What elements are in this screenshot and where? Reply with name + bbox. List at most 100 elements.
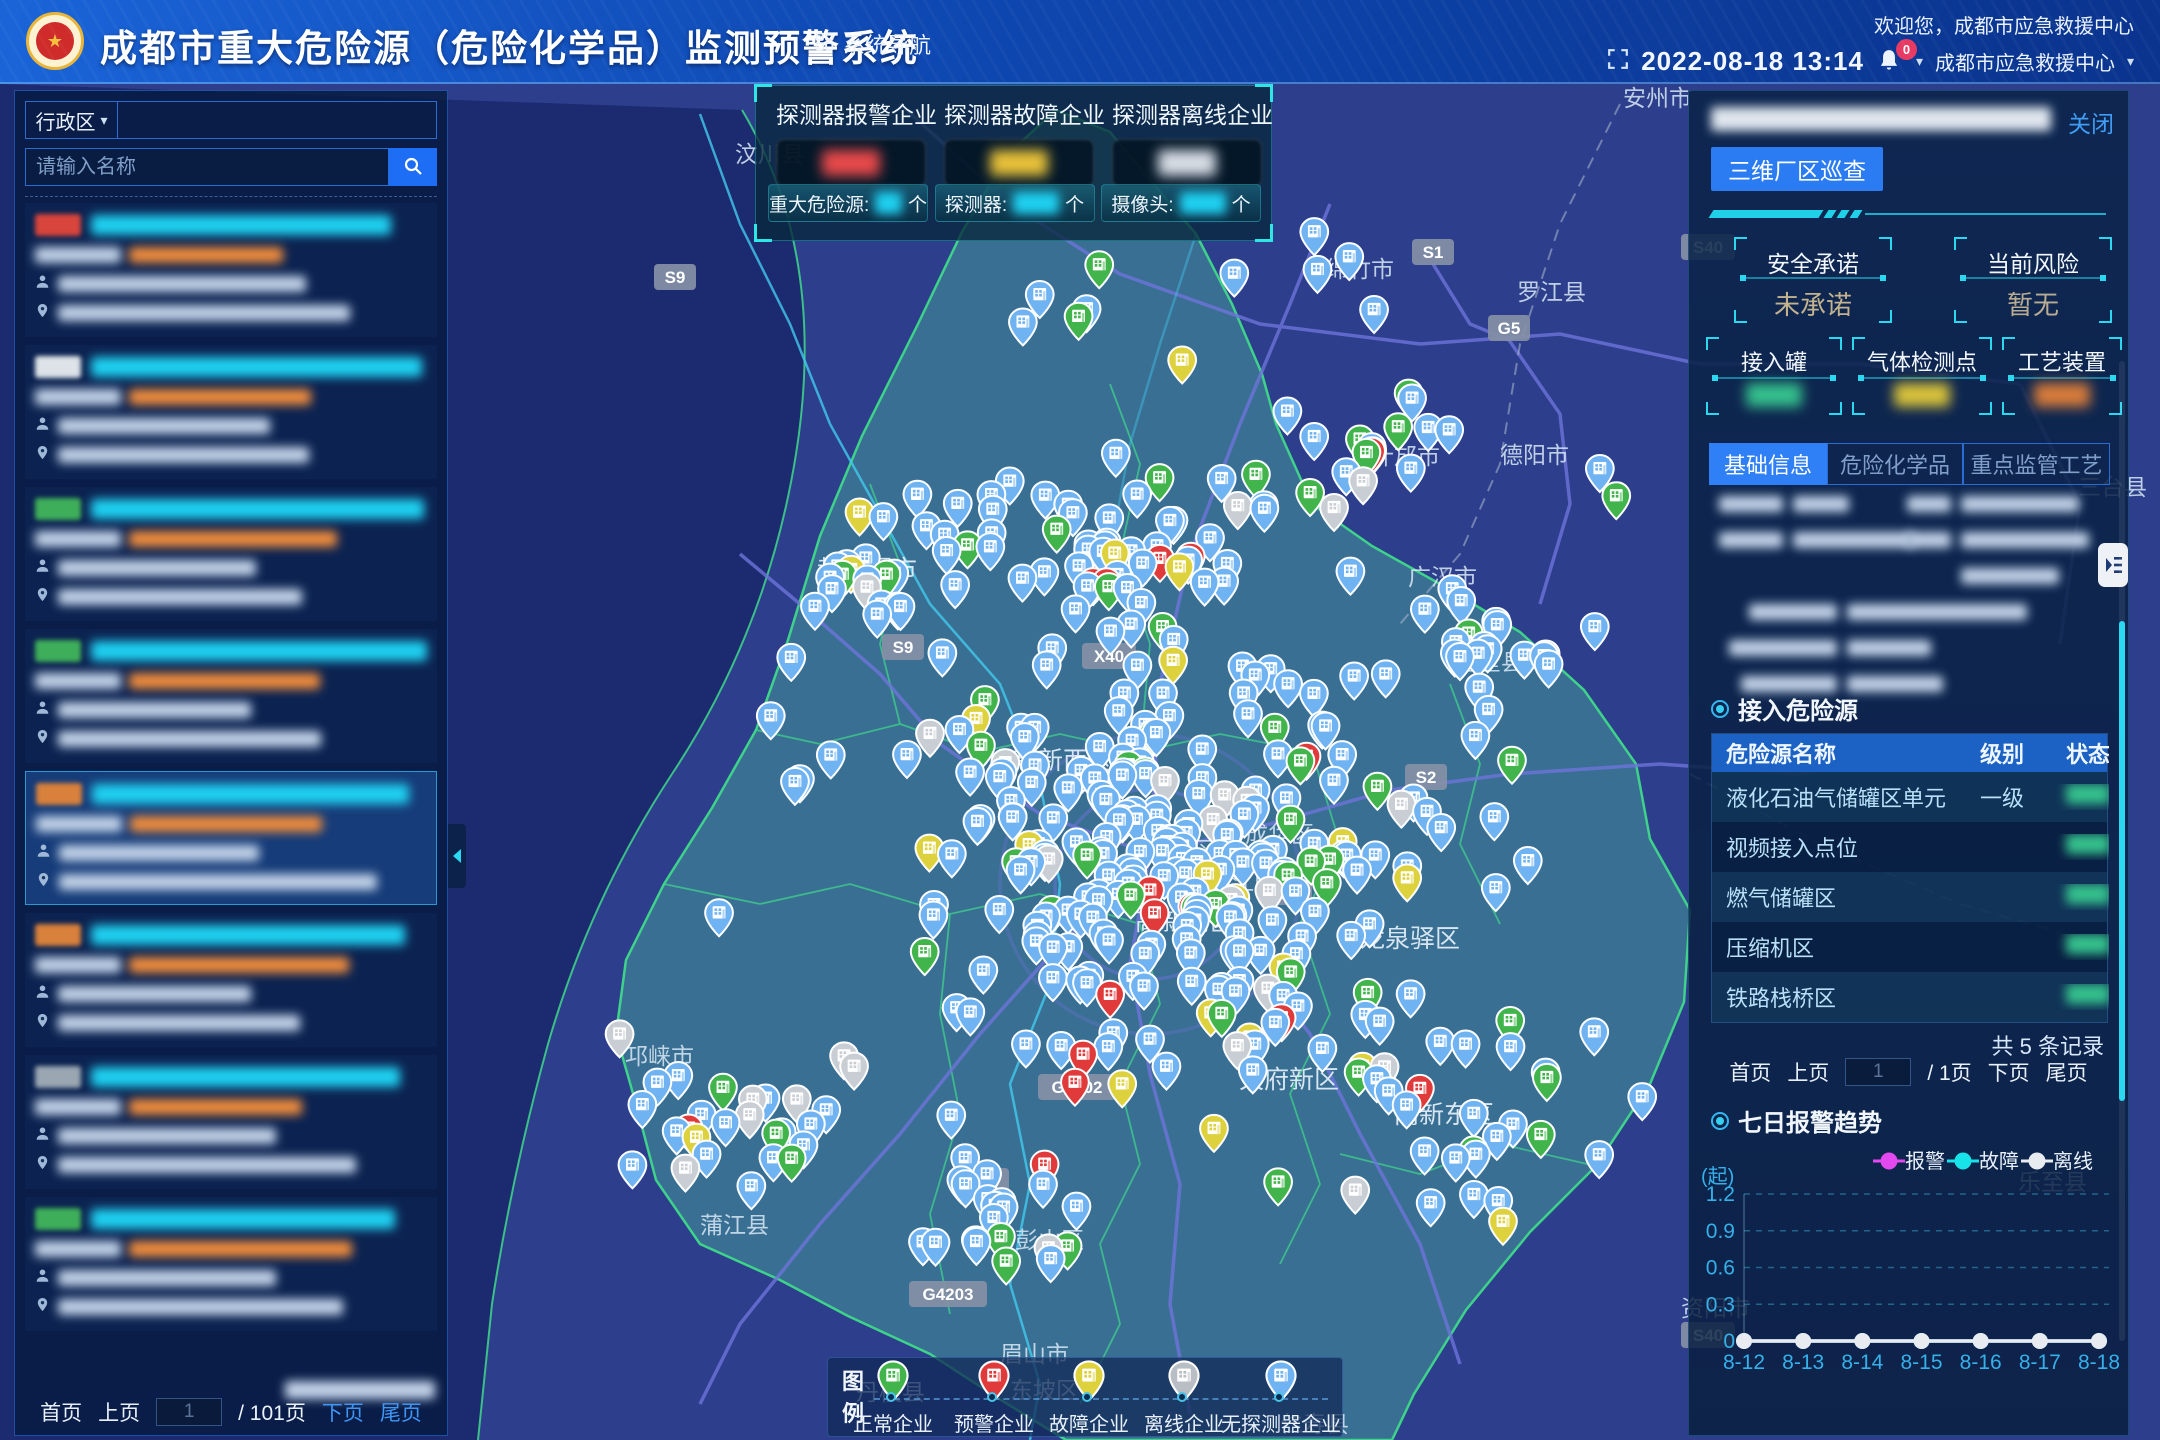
chart-x-tick: 8-14: [1841, 1351, 1883, 1374]
company-list-panel: 行政区 ▾ 首页 上页 / 101页 下页 尾页: [14, 90, 448, 1436]
contact-blurred: [58, 1128, 276, 1144]
counter-unit: 个: [1065, 190, 1084, 217]
notification-bell-icon[interactable]: 0: [1876, 48, 1904, 76]
svg-text:G4203: G4203: [922, 1285, 973, 1304]
table-row[interactable]: 燃气储罐区: [1712, 872, 2107, 922]
status-blurred: [2066, 834, 2109, 854]
current-risk-title: 当前风险: [1954, 245, 2112, 279]
company-list-item[interactable]: [25, 913, 437, 1047]
scrollbar-thumb[interactable]: [2119, 621, 2125, 1101]
location-pin-icon: [36, 872, 51, 892]
table-row[interactable]: 铁路栈桥区: [1712, 972, 2107, 1022]
info-field-blurred: [1907, 496, 1951, 512]
info-field-blurred: [1793, 532, 1913, 548]
stats-value-box: [1112, 139, 1262, 187]
location-pin-icon: [35, 1155, 50, 1175]
svg-text:S9: S9: [893, 638, 914, 657]
user-org-dropdown[interactable]: 成都市应急救援中心: [1935, 47, 2115, 76]
address-blurred: [58, 1299, 343, 1315]
location-pin-icon: [35, 729, 50, 749]
hazard-level-row: [35, 526, 427, 552]
hazard-level-row: [36, 811, 426, 837]
pagination-first[interactable]: 首页: [1729, 1057, 1771, 1087]
person-icon: [35, 416, 50, 436]
hazard-table: 危险源名称级别状态液化石油气储罐区单元一级视频接入点位燃气储罐区压缩机区铁路栈桥…: [1711, 733, 2108, 1023]
company-list-item[interactable]: [25, 203, 437, 337]
hazard-level-row: [35, 242, 427, 268]
map-city-label: 德阳市: [1500, 442, 1569, 468]
field-label-blurred: [35, 1241, 121, 1257]
pagination-last[interactable]: 尾页: [2046, 1057, 2088, 1087]
hazard-status-cell: [2052, 884, 2109, 910]
address-row: [35, 1294, 427, 1320]
detail-stat-value-blurred: [1894, 383, 1950, 407]
contact-row: [35, 1265, 427, 1291]
company-list-item[interactable]: [25, 1197, 437, 1331]
table-header-cell: 状态: [2052, 737, 2109, 769]
table-row[interactable]: 压缩机区: [1712, 922, 2107, 972]
chart-legend-label[interactable]: 故障: [1979, 1150, 2019, 1173]
search-input[interactable]: [25, 148, 389, 186]
map-legend: 图例 正常企业预警企业故障企业离线企业无探测器企业: [827, 1357, 1343, 1437]
pagination-prev[interactable]: 上页: [98, 1397, 140, 1427]
stats-column-label: 探测器报警企业: [776, 96, 926, 130]
company-list-item[interactable]: [25, 629, 437, 763]
pagination-first[interactable]: 首页: [40, 1397, 82, 1427]
counter-value-blurred: [1013, 192, 1059, 214]
detail-stat-box: 气体检测点: [1852, 337, 1992, 415]
pagination-prev[interactable]: 上页: [1787, 1057, 1829, 1087]
status-badge: [35, 214, 81, 236]
pagination-next[interactable]: 下页: [322, 1397, 364, 1427]
enterprise-detail-panel: 关闭 三维厂区巡查 安全承诺 未承诺 当前风险 暂无 接入罐气体检测点工艺装置 …: [1688, 90, 2129, 1436]
legend-item-label: 故障企业: [1049, 1408, 1129, 1437]
tab-basic-info[interactable]: 基础信息: [1709, 443, 1827, 485]
safety-promise-box: 安全承诺 未承诺: [1734, 237, 1892, 323]
hazard-level-blurred: [129, 247, 283, 263]
company-list-item[interactable]: [25, 1055, 437, 1189]
close-button[interactable]: 关闭: [2068, 105, 2114, 139]
map-city-label: 蒲江县: [700, 1212, 769, 1238]
svg-text:S9: S9: [665, 268, 686, 287]
region-filter-value[interactable]: [118, 102, 436, 138]
hazard-level-cell: 一级: [1966, 781, 2052, 813]
fullscreen-icon[interactable]: [1607, 48, 1629, 75]
table-row[interactable]: 视频接入点位: [1712, 822, 2107, 872]
region-filter-dropdown[interactable]: 行政区 ▾: [26, 102, 118, 138]
factory-3d-tour-button[interactable]: 三维厂区巡查: [1711, 147, 1883, 191]
page-number-input[interactable]: [156, 1398, 222, 1426]
company-name-blurred: [91, 357, 422, 377]
detail-stat-box: 接入罐: [1706, 337, 1842, 415]
company-list-item[interactable]: [25, 487, 437, 621]
system-nav-button[interactable]: 系统导航: [815, 28, 931, 60]
chart-legend-label[interactable]: 离线: [2053, 1150, 2093, 1173]
info-field-blurred: [1847, 604, 2027, 620]
page-number-input[interactable]: [1845, 1058, 1911, 1086]
chart-legend-label[interactable]: 报警: [1905, 1150, 1945, 1173]
pagination-last[interactable]: 尾页: [380, 1397, 422, 1427]
counter-pill: 重大危险源:个: [768, 184, 928, 222]
status-blurred: [2066, 934, 2109, 954]
contact-blurred: [58, 702, 251, 718]
person-icon: [35, 1126, 50, 1146]
info-field-blurred: [1907, 532, 1951, 548]
company-list-item[interactable]: [25, 771, 437, 905]
search-button[interactable]: [389, 148, 437, 186]
legend-item-label: 无探测器企业: [1221, 1408, 1341, 1437]
hazard-name-cell: 铁路栈桥区: [1712, 981, 1966, 1013]
divider: [1860, 377, 1984, 379]
chart-x-tick: 8-12: [1723, 1351, 1765, 1374]
tab-key-processes[interactable]: 重点监管工艺: [1963, 443, 2110, 485]
location-pin-icon: [35, 1013, 50, 1033]
info-field-blurred: [1719, 532, 1783, 548]
company-list-item[interactable]: [25, 345, 437, 479]
address-blurred: [58, 1015, 300, 1031]
hazard-level-blurred: [130, 816, 322, 832]
section-bullet-icon: [1711, 700, 1729, 718]
pagination-next[interactable]: 下页: [1988, 1057, 2030, 1087]
sidebar-collapse-handle[interactable]: [448, 824, 466, 888]
tab-hazardous-chemicals[interactable]: 危险化学品: [1827, 443, 1963, 485]
table-row[interactable]: 液化石油气储罐区单元一级: [1712, 772, 2107, 822]
contact-blurred: [59, 845, 259, 861]
safety-promise-value: 未承诺: [1734, 285, 1892, 322]
svg-text:S2: S2: [1416, 768, 1437, 787]
